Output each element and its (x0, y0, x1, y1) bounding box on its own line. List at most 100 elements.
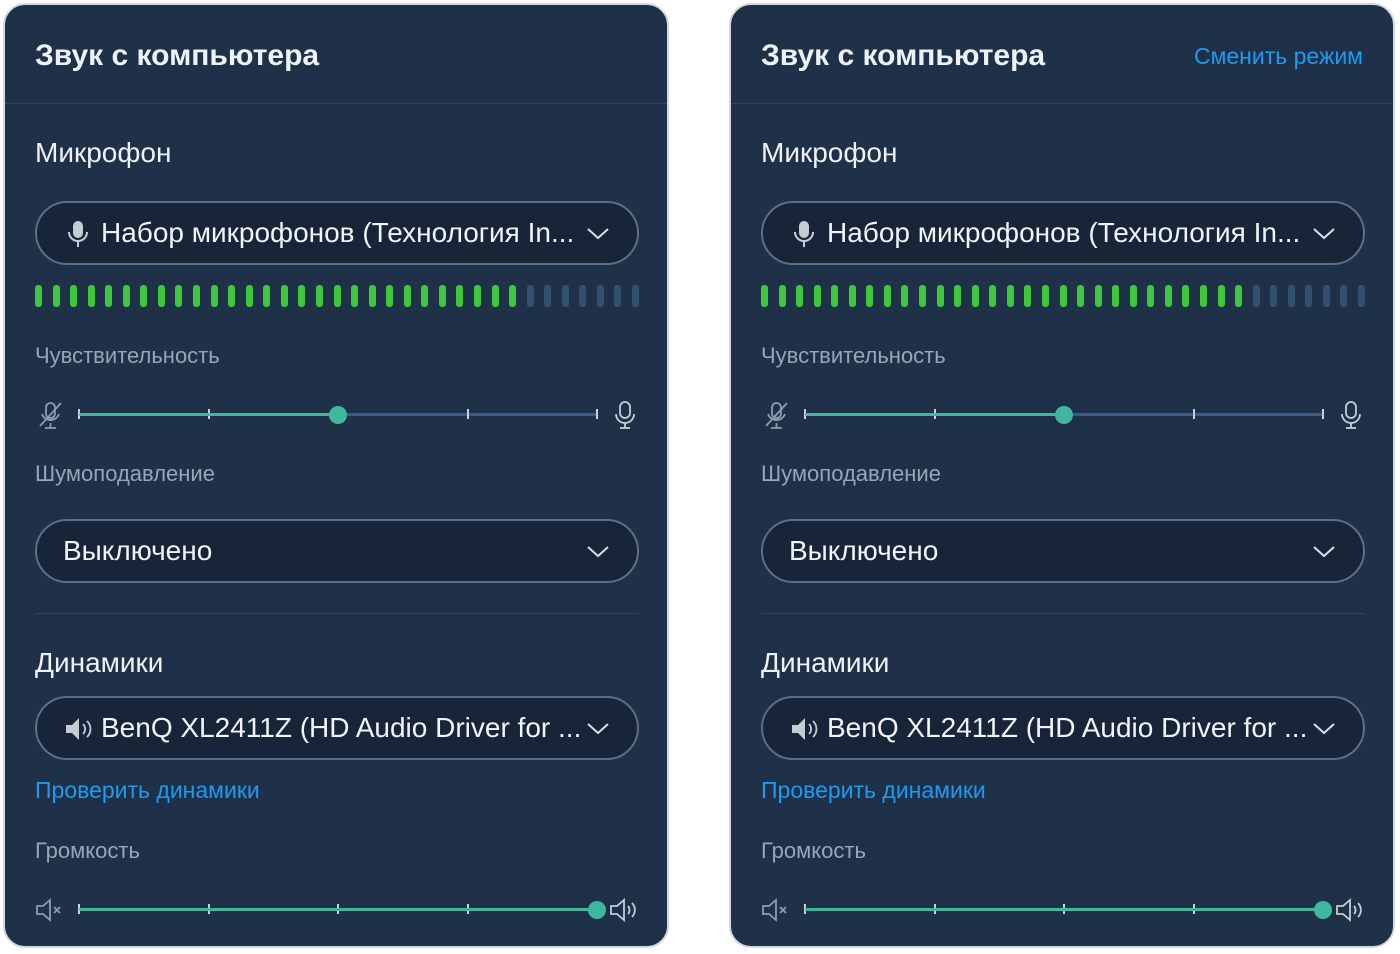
meter-segment (989, 285, 997, 307)
chevron-down-icon (1313, 723, 1335, 735)
meter-segment (456, 285, 464, 307)
sensitivity-label: Чувствительность (761, 343, 946, 368)
meter-segment (919, 285, 927, 307)
speaker-device-value: BenQ XL2411Z (HD Audio Driver for ... (827, 712, 1308, 743)
sensitivity-slider[interactable] (35, 395, 641, 435)
slider-thumb[interactable] (588, 901, 606, 919)
change-mode-link[interactable]: Сменить режим (1194, 43, 1363, 70)
meter-segment (87, 285, 95, 307)
sensitivity-label: Чувствительность (35, 343, 220, 368)
meter-segment (1059, 285, 1067, 307)
slider-tick (1192, 409, 1195, 419)
speakers-section-title: Динамики (35, 647, 164, 678)
meter-segment (936, 285, 944, 307)
slider-thumb[interactable] (1055, 406, 1073, 424)
meter-segment (1358, 285, 1365, 307)
meter-segment (333, 285, 341, 307)
noise-suppression-select[interactable]: Выключено (35, 519, 639, 583)
meter-segment (351, 285, 359, 307)
chevron-down-icon (1313, 546, 1335, 558)
meter-segment (105, 285, 113, 307)
test-speakers-link[interactable]: Проверить динамики (35, 777, 260, 804)
meter-segment (473, 285, 481, 307)
speaker-loud-icon (610, 898, 636, 922)
microphone-device-select[interactable]: Набор микрофонов (Технология In... (35, 201, 639, 265)
speaker-icon (66, 718, 92, 740)
volume-slider[interactable] (761, 890, 1367, 930)
meter-segment (368, 285, 376, 307)
meter-segment (778, 285, 786, 307)
microphone-section-title: Микрофон (761, 137, 898, 168)
meter-segment (901, 285, 909, 307)
meter-segment (1305, 285, 1313, 307)
meter-segment (1340, 285, 1348, 307)
meter-segment (632, 285, 639, 307)
meter-segment (848, 285, 856, 307)
test-speakers-link[interactable]: Проверить динамики (761, 777, 986, 804)
meter-segment (263, 285, 271, 307)
meter-segment (421, 285, 429, 307)
meter-segment (579, 285, 587, 307)
microphone-icon (615, 401, 635, 429)
slider-fill (79, 413, 338, 416)
meter-segment (1217, 285, 1225, 307)
meter-segment (140, 285, 148, 307)
volume-label: Громкость (761, 838, 866, 863)
meter-segment (1077, 285, 1085, 307)
microphone-icon (1341, 401, 1361, 429)
chevron-down-icon (587, 546, 609, 558)
speaker-muted-icon (36, 898, 61, 922)
speaker-icon (792, 718, 818, 740)
speaker-device-select[interactable]: BenQ XL2411Z (HD Audio Driver for ... (35, 696, 639, 760)
slider-tick (1322, 409, 1324, 419)
sensitivity-slider[interactable] (761, 395, 1367, 435)
microphone-level-meter (761, 285, 1365, 307)
slider-thumb[interactable] (329, 406, 347, 424)
slider-thumb[interactable] (1314, 901, 1332, 919)
microphone-icon (794, 221, 814, 247)
meter-segment (52, 285, 60, 307)
meter-segment (210, 285, 218, 307)
volume-slider[interactable] (35, 890, 641, 930)
noise-suppression-select[interactable]: Выключено (761, 519, 1365, 583)
panel-title: Звук с компьютера (35, 39, 320, 72)
speaker-device-value: BenQ XL2411Z (HD Audio Driver for ... (101, 712, 582, 743)
meter-segment (813, 285, 821, 307)
meter-segment (438, 285, 446, 307)
volume-label: Громкость (35, 838, 140, 863)
microphone-device-value: Набор микрофонов (Технология In... (827, 217, 1301, 248)
meter-segment (70, 285, 78, 307)
audio-settings-panel-right: Звук с компьютера Сменить режим Микрофон… (729, 3, 1395, 948)
chevron-down-icon (1313, 228, 1335, 240)
noise-suppression-value: Выключено (789, 535, 939, 566)
meter-segment (1147, 285, 1155, 307)
meter-segment (193, 285, 201, 307)
meter-segment (561, 285, 569, 307)
microphone-device-select[interactable]: Набор микрофонов (Технология In... (761, 201, 1365, 265)
slider-fill (805, 413, 1064, 416)
meter-segment (228, 285, 236, 307)
speaker-device-select[interactable]: BenQ XL2411Z (HD Audio Driver for ... (761, 696, 1365, 760)
panel-header: Звук с компьютера Сменить режим (731, 5, 1393, 104)
meter-segment (1024, 285, 1032, 307)
meter-segment (315, 285, 323, 307)
meter-segment (1112, 285, 1120, 307)
meter-segment (1322, 285, 1330, 307)
microphone-muted-icon (39, 402, 62, 429)
chevron-down-icon (587, 723, 609, 735)
microphone-section-title: Микрофон (35, 137, 172, 168)
speaker-loud-icon (1336, 898, 1362, 922)
meter-segment (157, 285, 165, 307)
meter-segment (1182, 285, 1190, 307)
meter-segment (280, 285, 288, 307)
meter-segment (971, 285, 979, 307)
speaker-muted-icon (762, 898, 787, 922)
noise-suppression-label: Шумоподавление (761, 461, 941, 486)
speakers-section-title: Динамики (761, 647, 890, 678)
meter-segment (1252, 285, 1260, 307)
meter-segment (491, 285, 499, 307)
audio-settings-panel-left: Звук с компьютера Микрофон Набор микрофо… (3, 3, 669, 948)
meter-segment (761, 285, 768, 307)
meter-segment (386, 285, 394, 307)
meter-segment (866, 285, 874, 307)
